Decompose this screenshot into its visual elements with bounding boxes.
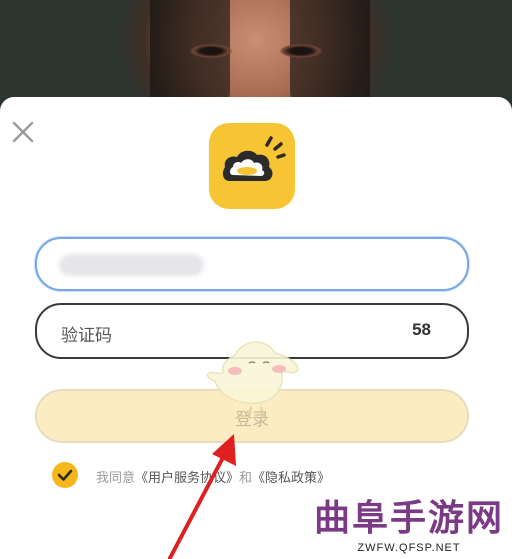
phone-input[interactable] <box>35 237 469 291</box>
photo-eye-left <box>190 44 232 58</box>
login-sheet: 验证码 58 登录 我同意《用户服务协议》和《隐私政策》 <box>0 97 512 559</box>
checkmark-icon <box>57 469 73 481</box>
annotation-arrow-icon <box>168 434 236 559</box>
watermark-url: ZWFW.QFSP.NET <box>357 542 461 554</box>
photo-eye-right <box>280 44 322 58</box>
agreement-checkbox[interactable] <box>52 462 78 488</box>
app-logo <box>209 123 295 209</box>
close-icon <box>12 121 34 143</box>
mascot-watermark-image <box>206 341 299 418</box>
resend-countdown: 58 <box>412 320 431 339</box>
code-placeholder: 验证码 <box>61 326 112 346</box>
agreement-prefix: 我同意 <box>96 471 136 486</box>
app-logo-icon <box>222 136 286 181</box>
site-watermark: 曲阜手游网 ZWFW.QFSP.NET <box>306 498 512 559</box>
phone-number-blurred <box>59 254 204 276</box>
watermark-title: 曲阜手游网 <box>313 497 504 539</box>
close-button[interactable] <box>10 119 36 145</box>
privacy-link[interactable]: 《隐私政策》 <box>252 471 330 486</box>
